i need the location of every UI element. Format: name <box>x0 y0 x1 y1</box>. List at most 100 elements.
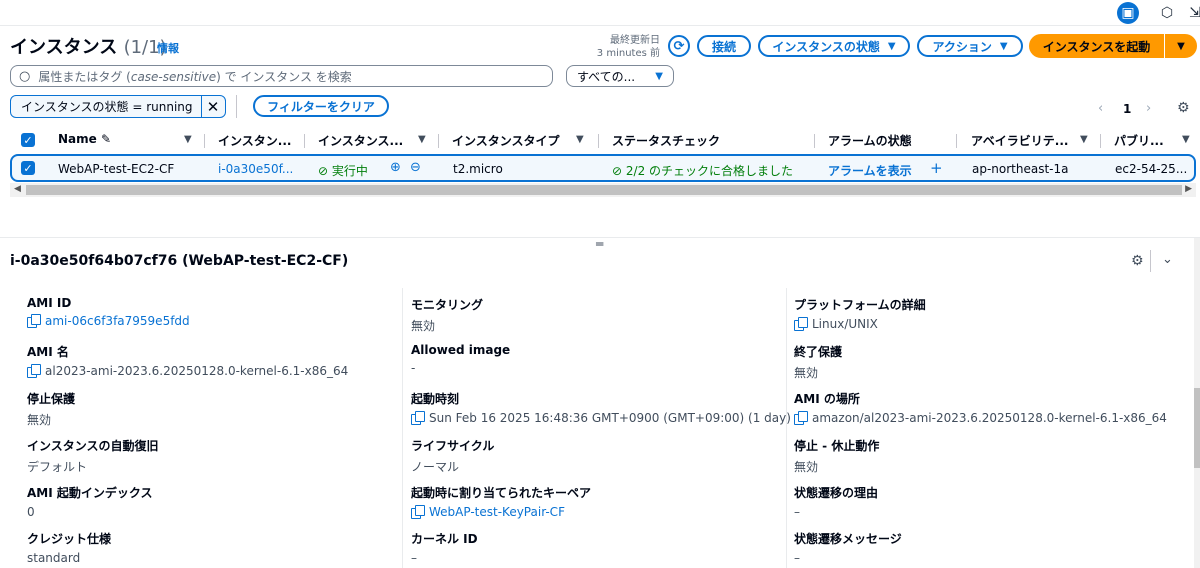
detail-field: 状態遷移の理由 – <box>794 484 878 519</box>
field-value: ノーマル <box>411 458 494 475</box>
copy-icon[interactable] <box>27 314 41 328</box>
scrollbar-thumb[interactable] <box>26 185 1182 195</box>
view-alarms-link[interactable]: アラームを表示 <box>828 162 912 179</box>
detail-field: ライフサイクル ノーマル <box>411 437 494 475</box>
field-value-text: デフォルト <box>27 460 88 474</box>
field-value-text: ノーマル <box>411 460 460 474</box>
close-icon[interactable]: ✕ <box>200 96 225 117</box>
detail-field: 状態遷移メッセージ – <box>794 530 902 565</box>
field-value-text: 無効 <box>27 413 52 427</box>
search-input[interactable]: ○ 属性またはタグ (case-sensitive) で インスタンス を検索 <box>10 65 553 87</box>
panel-icon[interactable]: ▣ <box>1117 2 1139 24</box>
next-page-icon[interactable]: › <box>1146 101 1151 116</box>
column-header-instance-state[interactable]: インスタンス... <box>318 132 403 149</box>
field-value-text: – <box>794 551 800 565</box>
sort-icon[interactable]: ▼ <box>576 134 584 145</box>
scrollbar-thumb[interactable] <box>1194 388 1200 468</box>
field-value-text: 無効 <box>411 319 436 333</box>
clear-filters-button[interactable]: フィルターをクリア <box>253 95 389 117</box>
detail-field: モニタリング 無効 <box>411 296 483 334</box>
column-header-alarm-status[interactable]: アラームの状態 <box>828 132 912 149</box>
sort-icon[interactable]: ▼ <box>184 134 192 145</box>
select-all-checkbox[interactable]: ✓ <box>21 133 35 147</box>
detail-field: インスタンスの自動復旧 デフォルト <box>27 437 159 475</box>
copy-icon[interactable] <box>794 317 808 331</box>
launch-dropdown-button[interactable]: ▼ <box>1165 34 1197 58</box>
field-label: プラットフォームの詳細 <box>794 298 926 312</box>
field-label: カーネル ID <box>411 532 478 546</box>
resize-handle-icon[interactable]: ═ <box>596 237 603 251</box>
field-value-text: Sun Feb 16 2025 16:48:36 GMT+0900 (GMT+0… <box>429 411 791 425</box>
detail-field: カーネル ID – <box>411 530 478 565</box>
field-value-text: standard <box>27 551 81 565</box>
column-header-instance-type[interactable]: インスタンスタイプ <box>452 132 560 149</box>
cell-instance-id-link[interactable]: i-0a30e50f... <box>218 162 293 176</box>
scroll-left-icon[interactable]: ◀ <box>14 184 21 194</box>
field-value-link[interactable]: ami-06c6f3fa7959e5fdd <box>27 314 190 328</box>
add-alarm-icon[interactable]: + <box>930 159 943 177</box>
field-label: Allowed image <box>411 343 511 357</box>
field-value-text: – <box>411 551 417 565</box>
column-header-instance-id[interactable]: インスタン... <box>218 132 291 149</box>
sort-icon[interactable]: ▼ <box>1182 134 1190 145</box>
chevron-down-icon[interactable]: ⌄ <box>1162 252 1173 267</box>
last-updated-value: 3 minutes 前 <box>596 48 660 59</box>
search-placeholder: 属性またはタグ (case-sensitive) で インスタンス を検索 <box>38 69 352 84</box>
copy-icon[interactable] <box>411 411 425 425</box>
column-header-status-check[interactable]: ステータスチェック <box>612 132 720 149</box>
detail-field: クレジット仕様 standard <box>27 530 111 565</box>
zoom-in-icon[interactable]: ⊕ <box>390 160 401 175</box>
row-checkbox[interactable]: ✓ <box>21 161 35 175</box>
connect-button[interactable]: 接続 <box>697 35 751 57</box>
check-circle-icon: ⊘ <box>612 164 623 178</box>
launch-instance-button[interactable]: インスタンスを起動 <box>1029 34 1164 58</box>
property-select[interactable]: すべての... ▼ <box>566 65 674 87</box>
settings-hex-icon[interactable]: ⬡ <box>1156 2 1178 24</box>
instance-state-button[interactable]: インスタンスの状態 ▼ <box>758 35 910 57</box>
info-link[interactable]: 情報 <box>157 40 179 56</box>
refresh-icon: ⟳ <box>673 38 685 54</box>
cell-instance-state: ⊘ 実行中 <box>318 164 368 178</box>
field-label: 停止 - 休止動作 <box>794 439 880 453</box>
field-value-link[interactable]: WebAP-test-KeyPair-CF <box>411 505 591 519</box>
page-number[interactable]: 1 <box>1123 102 1131 116</box>
filter-token-label: インスタンスの状態 = running <box>21 100 193 114</box>
export-icon[interactable]: ⇲ <box>1184 2 1200 24</box>
detail-field: AMI ID ami-06c6f3fa7959e5fdd <box>27 296 190 328</box>
field-value: al2023-ami-2023.6.20250128.0-kernel-6.1-… <box>27 364 348 378</box>
column-header-availability-zone[interactable]: アベイラビリテ... <box>971 132 1068 149</box>
vertical-scrollbar[interactable] <box>1194 238 1200 568</box>
refresh-button[interactable]: ⟳ <box>668 35 690 57</box>
sort-icon[interactable]: ▼ <box>418 134 426 145</box>
gear-icon[interactable]: ⚙ <box>1131 253 1144 269</box>
divider <box>236 95 237 118</box>
prev-page-icon[interactable]: ‹ <box>1098 101 1103 116</box>
detail-field: AMI 起動インデックス 0 <box>27 484 153 519</box>
field-value: Linux/UNIX <box>794 317 926 331</box>
column-header-name[interactable]: Name ✎ <box>58 132 111 146</box>
table-row[interactable]: ✓ WebAP-test-EC2-CF i-0a30e50f... ⊘ 実行中 … <box>10 154 1196 182</box>
column-divider <box>786 288 787 568</box>
field-label: 起動時に割り当てられたキーペア <box>411 486 592 500</box>
field-label: AMI 名 <box>27 345 69 359</box>
caret-down-icon: ▼ <box>1177 40 1185 52</box>
field-value-text: 無効 <box>794 366 819 380</box>
gear-icon[interactable]: ⚙ <box>1177 100 1190 116</box>
scroll-right-icon[interactable]: ▶ <box>1185 184 1192 194</box>
field-value-text: 0 <box>27 505 35 519</box>
copy-icon[interactable] <box>27 364 41 378</box>
horizontal-scrollbar[interactable]: ◀ ▶ <box>10 183 1196 197</box>
cell-instance-type: t2.micro <box>453 162 503 176</box>
detail-field: プラットフォームの詳細 Linux/UNIX <box>794 296 926 331</box>
page-title: インスタンス (1/1) <box>10 37 167 58</box>
sort-icon[interactable]: ▼ <box>1080 134 1088 145</box>
zoom-out-icon[interactable]: ⊖ <box>410 160 421 175</box>
copy-icon[interactable] <box>794 411 808 425</box>
field-value: – <box>794 505 878 519</box>
actions-button[interactable]: アクション ▼ <box>917 35 1023 57</box>
detail-field: 起動時刻 Sun Feb 16 2025 16:48:36 GMT+0900 (G… <box>411 390 791 425</box>
column-header-public-dns[interactable]: パブリ... <box>1114 132 1164 149</box>
cell-public-dns: ec2-54-25... <box>1115 162 1188 176</box>
connect-label: 接続 <box>711 39 736 54</box>
copy-icon[interactable] <box>411 505 425 519</box>
